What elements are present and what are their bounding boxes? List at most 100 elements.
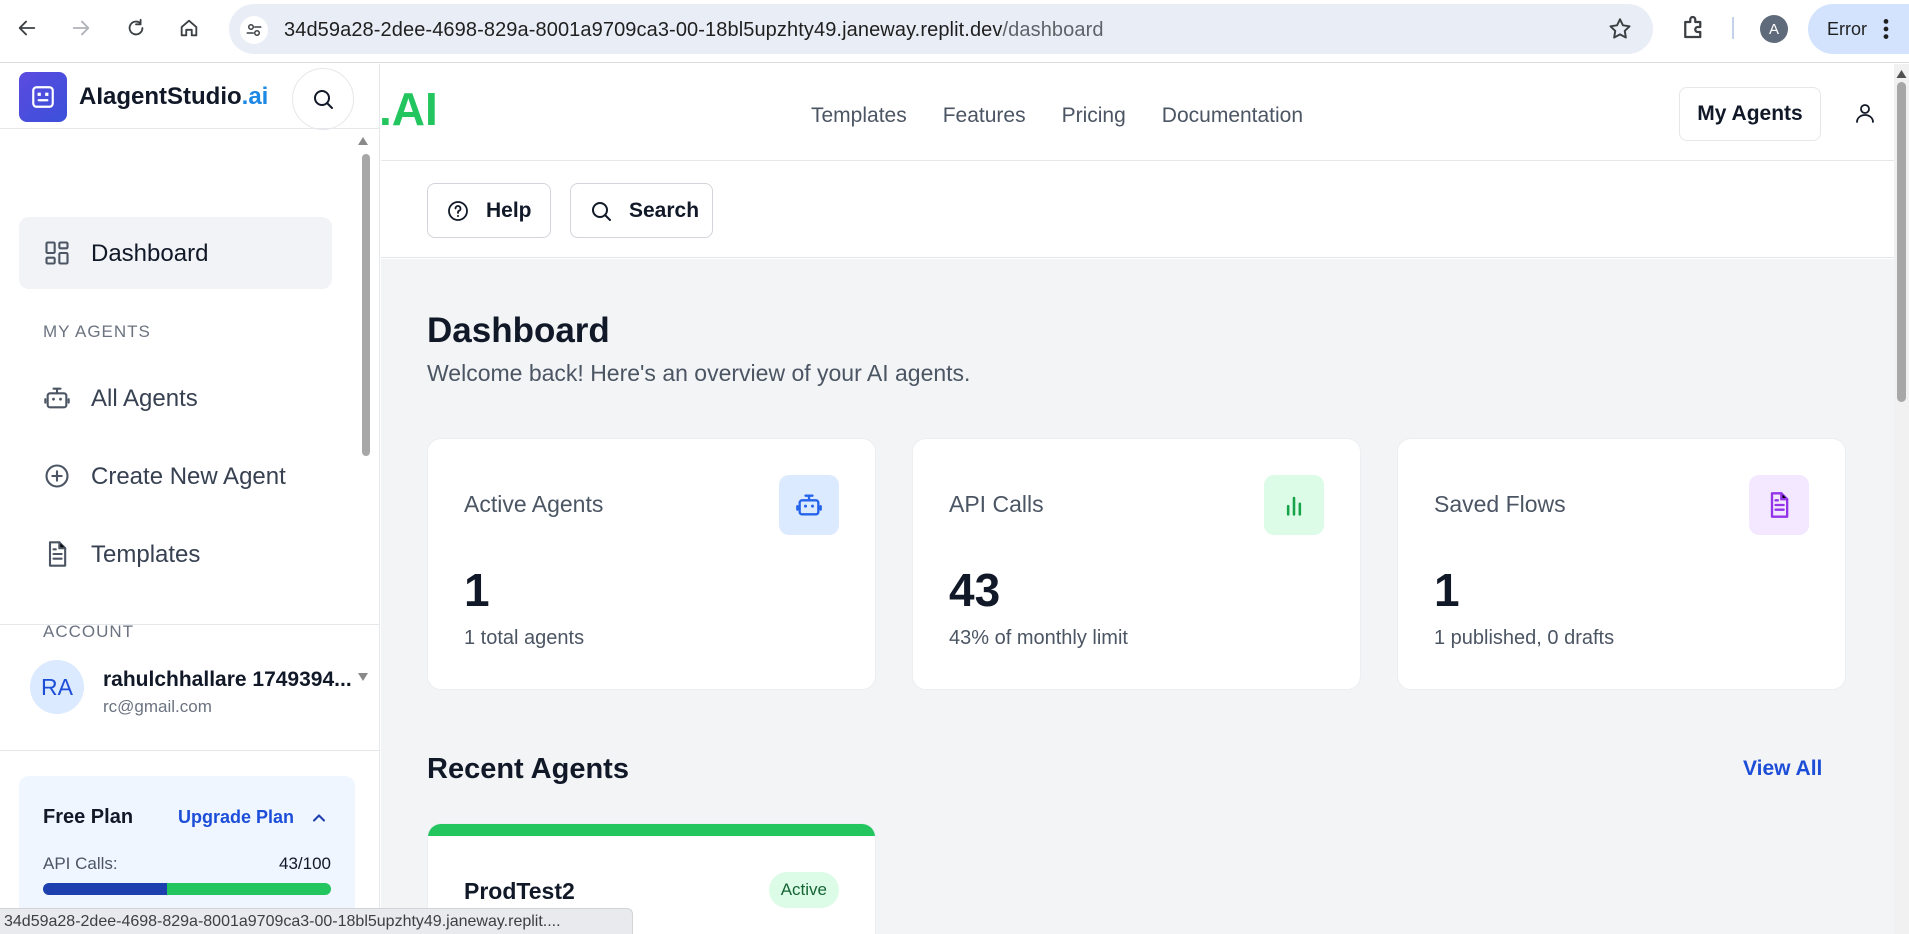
search-button[interactable]: Search: [570, 183, 713, 238]
sidebar-item-label: All Agents: [91, 385, 198, 412]
stat-card-api-calls: API Calls 43 43% of monthly limit: [912, 438, 1361, 690]
scroll-down-icon: [358, 673, 368, 681]
link-status-bar: 34d59a28-2dee-4698-829a-8001a9709ca3-00-…: [0, 908, 633, 934]
search-icon: [314, 90, 333, 109]
api-usage-remaining: [166, 883, 331, 895]
stat-value: 1: [464, 564, 490, 616]
nav-link-documentation[interactable]: Documentation: [1162, 104, 1303, 128]
plan-title: Free Plan: [43, 806, 134, 828]
nav-link-features[interactable]: Features: [943, 104, 1026, 128]
more-vertical-icon: [1883, 19, 1889, 39]
sidebar-item-label: Dashboard: [91, 240, 209, 267]
page-scroll-thumb[interactable]: [1897, 82, 1906, 402]
user-menu-button[interactable]: [1843, 91, 1887, 135]
sidebar-scroll-thumb[interactable]: [362, 154, 370, 456]
stat-icon-box: [1264, 475, 1324, 535]
reload-icon: [128, 18, 144, 36]
stat-label: Active Agents: [464, 491, 604, 517]
brand-name: AIagentStudio.ai: [79, 83, 268, 111]
sidebar-divider: [0, 750, 379, 751]
user-name: rahulchhallare 1749394...: [103, 668, 352, 691]
forward-button[interactable]: [63, 10, 99, 46]
address-bar[interactable]: 34d59a28-2dee-4698-829a-8001a9709ca3-00-…: [229, 4, 1653, 54]
robot-icon: [44, 387, 70, 409]
home-button[interactable]: [171, 10, 207, 46]
section-label-my-agents: MY AGENTS: [43, 322, 151, 341]
arrow-left-icon: [18, 20, 36, 36]
reload-button[interactable]: [118, 10, 154, 46]
bar-chart-icon: [1286, 496, 1302, 516]
recent-agents-title: Recent Agents: [427, 753, 629, 785]
arrow-right-icon: [72, 20, 90, 36]
bookmark-star-icon[interactable]: [1607, 16, 1633, 42]
nav-link-templates[interactable]: Templates: [811, 104, 907, 128]
sidebar-nav: Dashboard MY AGENTS All Agents Create Ne…: [0, 129, 360, 684]
plan-api-label: API Calls:: [43, 854, 118, 873]
dashboard-grid-icon: [45, 241, 69, 265]
stat-note: 1 total agents: [464, 627, 585, 649]
sidebar-item-templates[interactable]: Templates: [19, 518, 332, 590]
view-all-link[interactable]: View All: [1743, 757, 1822, 781]
error-label: Error: [1827, 19, 1867, 39]
sidebar-item-all-agents[interactable]: All Agents: [19, 362, 332, 434]
sidebar-divider: [0, 624, 379, 625]
bot-face-icon: [32, 86, 54, 108]
user-email: rc@gmail.com: [103, 697, 212, 716]
page-toolbar: Help Search: [381, 162, 1894, 258]
help-button[interactable]: Help: [427, 183, 551, 238]
dashboard-content: Dashboard Welcome back! Here's an overvi…: [381, 259, 1894, 934]
scroll-up-icon: [1896, 70, 1907, 78]
sidebar-search-button[interactable]: [292, 68, 354, 130]
sidebar-item-label: Templates: [91, 541, 201, 568]
profile-avatar[interactable]: A: [1760, 15, 1788, 43]
stat-value: 1: [1434, 564, 1460, 616]
status-badge: Active: [768, 872, 839, 908]
agent-card-status-bar: [428, 824, 875, 836]
top-nav: .AI Templates Features Pricing Documenta…: [379, 64, 1894, 161]
sidebar: AIagentStudio.ai Dashboard MY AGENTS All…: [0, 64, 380, 934]
stat-note: 43% of monthly limit: [949, 627, 1128, 649]
brand-logo: [19, 72, 67, 122]
stat-label: API Calls: [949, 491, 1044, 517]
home-icon: [180, 19, 198, 37]
user-icon: [1856, 104, 1874, 123]
nav-link-pricing[interactable]: Pricing: [1062, 104, 1126, 128]
error-button[interactable]: Error: [1808, 4, 1909, 54]
url-text: 34d59a28-2dee-4698-829a-8001a9709ca3-00-…: [284, 19, 1104, 42]
stat-card-saved-flows: Saved Flows 1 1 published, 0 drafts: [1397, 438, 1846, 690]
header-logo[interactable]: .AI: [379, 82, 438, 136]
back-button[interactable]: [9, 10, 45, 46]
site-info-button[interactable]: [240, 16, 268, 44]
section-label-account: ACCOUNT: [43, 622, 135, 641]
brand-name-main: AIagentStudio: [79, 83, 242, 110]
avatar: RA: [30, 660, 84, 714]
my-agents-button[interactable]: My Agents: [1679, 87, 1821, 141]
brand-name-suffix: .ai: [241, 83, 269, 110]
stat-card-active-agents: Active Agents 1 1 total agents: [427, 438, 876, 690]
stat-note: 1 published, 0 drafts: [1434, 627, 1615, 649]
scroll-up-icon: [358, 137, 368, 145]
help-circle-icon: [448, 200, 468, 221]
document-icon: [48, 541, 67, 567]
agent-name: ProdTest2: [464, 878, 575, 904]
brand[interactable]: AIagentStudio.ai: [19, 72, 268, 122]
help-label: Help: [486, 198, 532, 222]
url-path: /dashboard: [1002, 19, 1104, 41]
page-subtitle: Welcome back! Here's an overview of your…: [427, 360, 971, 386]
browser-toolbar: 34d59a28-2dee-4698-829a-8001a9709ca3-00-…: [0, 0, 1909, 63]
api-usage-bar: [43, 883, 331, 895]
robot-icon: [796, 494, 822, 516]
sidebar-item-create-agent[interactable]: Create New Agent: [19, 440, 332, 512]
url-host: 34d59a28-2dee-4698-829a-8001a9709ca3-00-…: [284, 19, 1003, 41]
tune-icon: [246, 24, 262, 36]
sidebar-item-dashboard[interactable]: Dashboard: [19, 217, 332, 289]
stat-value: 43: [949, 564, 1001, 616]
api-usage-fill: [43, 883, 167, 895]
upgrade-plan-link[interactable]: Upgrade Plan: [178, 807, 294, 828]
extensions-icon[interactable]: [1679, 12, 1709, 42]
search-label: Search: [629, 198, 700, 222]
sidebar-item-label: Create New Agent: [91, 463, 286, 490]
chevron-up-icon[interactable]: [309, 808, 329, 828]
toolbar-separator: [1732, 17, 1734, 39]
stat-icon-box: [1749, 475, 1809, 535]
